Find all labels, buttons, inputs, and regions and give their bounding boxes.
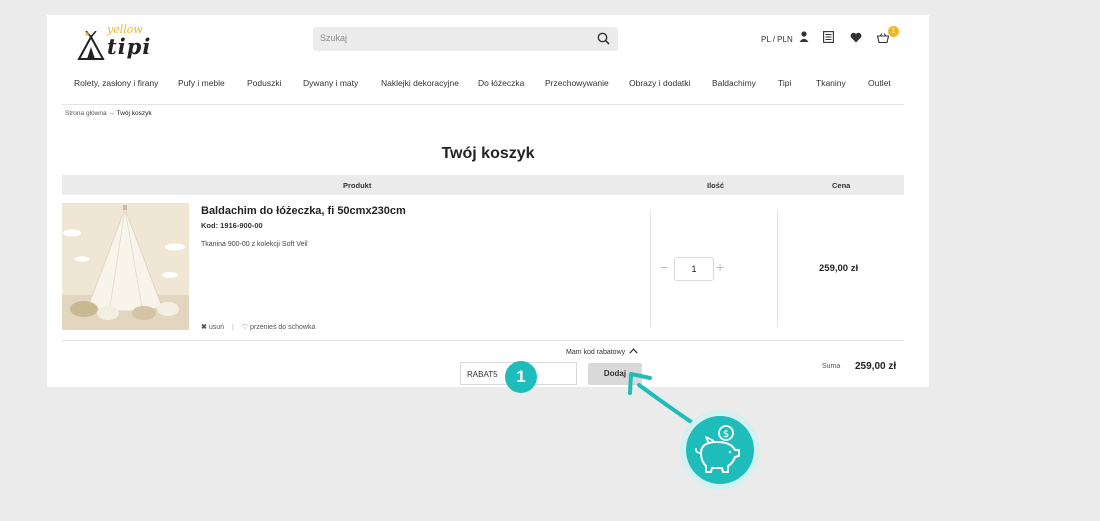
piggy-bank-icon: $	[680, 410, 760, 490]
annotation-arrow	[628, 372, 710, 435]
svg-text:$: $	[723, 429, 729, 440]
step-number-badge: 1	[505, 361, 537, 393]
